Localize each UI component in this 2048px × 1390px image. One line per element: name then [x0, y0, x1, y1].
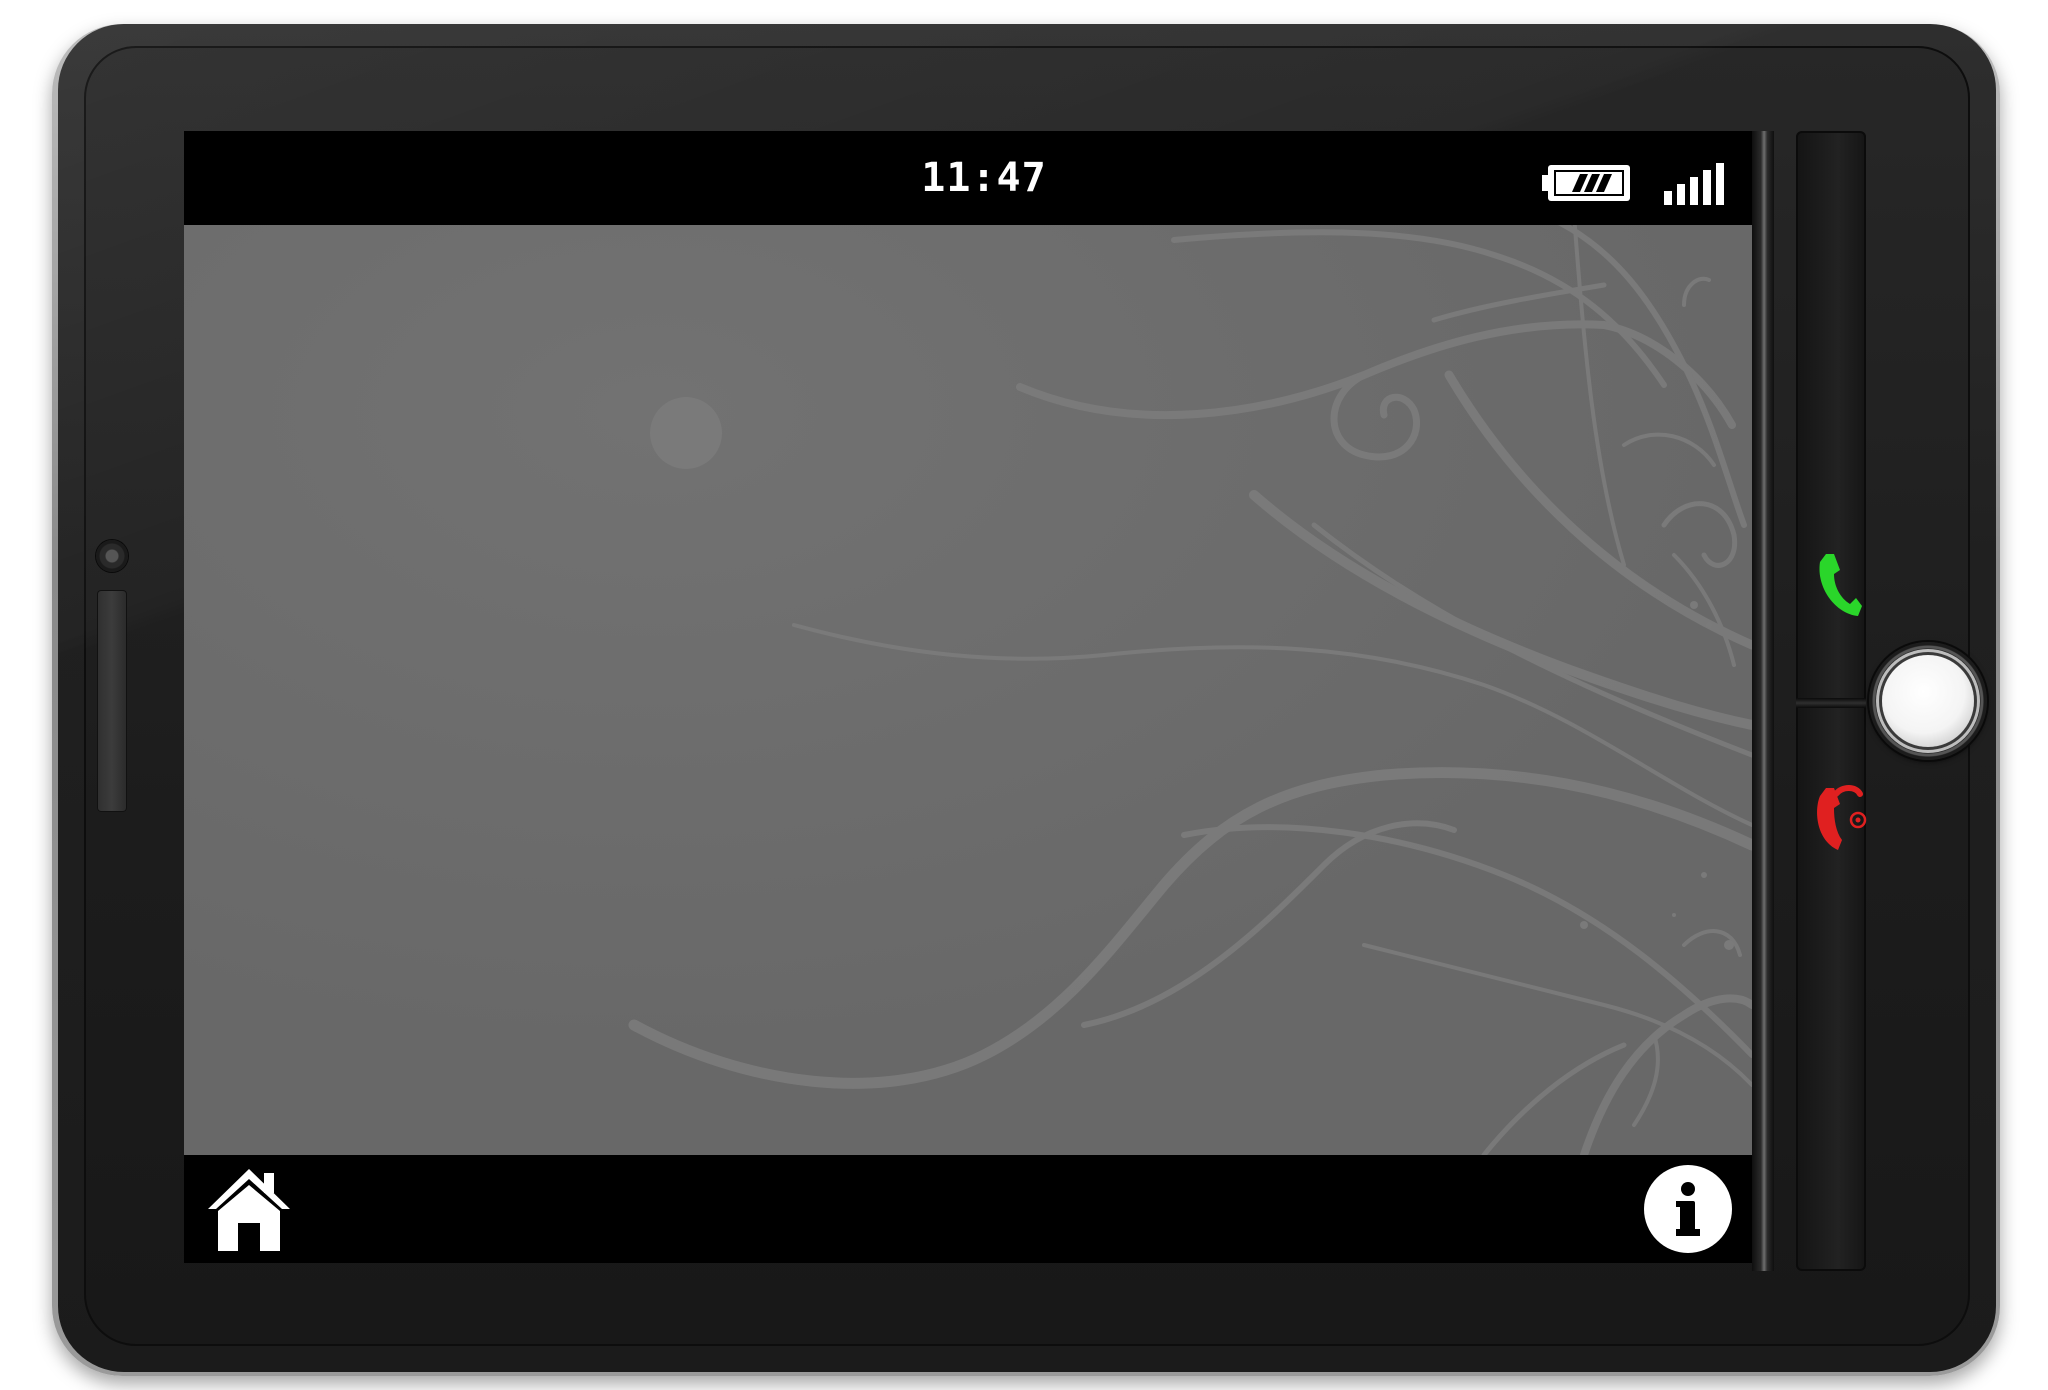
hardware-key-split	[1796, 698, 1866, 708]
status-bar: 11:47	[184, 131, 1752, 225]
device-stage: 11:47	[0, 0, 2048, 1390]
center-key[interactable]	[1869, 642, 1987, 760]
end-call-icon	[1817, 785, 1867, 850]
battery-icon	[1540, 163, 1632, 203]
screen: 11:47	[184, 131, 1752, 1263]
bottom-bar	[184, 1155, 1752, 1263]
home-icon	[208, 1169, 290, 1251]
home-button[interactable]	[204, 1163, 294, 1253]
front-camera	[96, 540, 128, 572]
call-icon	[1819, 554, 1862, 616]
end-call-button[interactable]	[1812, 784, 1872, 854]
signal-strength-icon	[1662, 161, 1730, 207]
status-time: 11:47	[921, 155, 1047, 201]
call-button[interactable]	[1812, 550, 1864, 620]
screen-edge-divider	[1752, 131, 1774, 1271]
center-key-face	[1882, 655, 1974, 747]
speaker-grille	[97, 590, 127, 812]
home-wallpaper	[184, 225, 1752, 1155]
info-button[interactable]	[1642, 1163, 1734, 1255]
info-icon	[1644, 1165, 1732, 1253]
